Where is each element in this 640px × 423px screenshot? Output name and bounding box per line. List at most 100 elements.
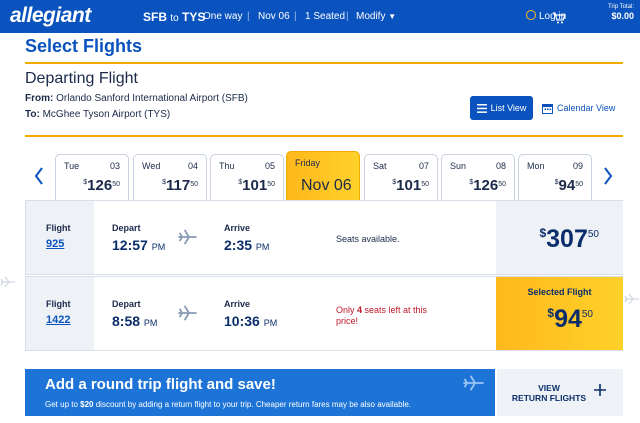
date-price: $12650 <box>83 177 120 194</box>
calendar-view-label: Calendar View <box>557 103 616 113</box>
calendar-view-button[interactable]: Calendar View <box>542 96 615 120</box>
date-day: 03 <box>109 161 120 171</box>
next-dates-button[interactable] <box>600 164 616 188</box>
modify-menu[interactable]: Modify ▼ <box>356 11 396 22</box>
fare-price-cell[interactable]: $30750 <box>496 201 623 274</box>
trip-date: Nov 06 <box>258 11 290 22</box>
selected-flight-label: Selected Flight <box>527 287 592 297</box>
seated-count: 1 Seated <box>305 11 346 22</box>
top-nav-bar: allegiant SFB to TYS One way | Nov 06 | … <box>0 0 640 33</box>
trip-total-label: Trip Total: <box>607 4 634 10</box>
depart-label: Depart <box>112 223 141 233</box>
chevron-right-icon <box>604 167 613 185</box>
to-value: McGhee Tyson Airport (TYS) <box>42 109 171 120</box>
divider <box>25 62 623 64</box>
route-to: TYS <box>182 10 206 24</box>
cart-icon[interactable] <box>552 12 566 24</box>
nav-divider: | <box>294 11 297 22</box>
date-price: $9450 <box>554 177 583 194</box>
allegiant-logo[interactable]: allegiant <box>10 4 91 28</box>
list-icon <box>476 103 487 113</box>
date-dow: Thu <box>219 161 235 171</box>
trip-total: Trip Total: $0.00 <box>574 4 634 21</box>
flight-list: Flight 925 Depart 12:57 PM Arrive 2:35 P… <box>25 200 623 353</box>
date-tab-sat[interactable]: Sat 07 $10150 <box>364 154 438 200</box>
date-price: $11750 <box>162 177 198 194</box>
depart-time: 12:57 PM <box>112 237 166 253</box>
flight-row-selected[interactable]: Flight 1422 Depart 8:58 PM Arrive 10:36 … <box>25 276 623 351</box>
prev-dates-button[interactable] <box>31 164 47 188</box>
date-tab-tue[interactable]: Tue 03 $12650 <box>55 154 129 200</box>
arrive-time: 10:36 PM <box>224 313 278 329</box>
round-trip-promo-banner: Add a round trip flight and save! Get up… <box>25 369 495 416</box>
divider <box>25 135 623 137</box>
date-price: $12650 <box>469 177 506 194</box>
date-price: $10150 <box>238 177 275 194</box>
chevron-down-icon: ▼ <box>388 12 397 21</box>
user-icon <box>526 10 536 20</box>
date-tab-sun[interactable]: Sun 08 $12650 <box>441 154 515 200</box>
from-value: Orlando Sanford International Airport (S… <box>56 93 248 104</box>
arrive-label: Arrive <box>224 299 251 309</box>
low-seats-warning: Only 4 seats left at this price! <box>336 305 428 326</box>
modify-label: Modify <box>356 11 386 22</box>
flight-label: Flight <box>46 299 71 309</box>
selected-fare-price-cell[interactable]: Selected Flight $9450 <box>496 277 623 350</box>
route-to-word: to <box>170 13 179 24</box>
to-airport: To: McGhee Tyson Airport (TYS) <box>25 109 170 120</box>
trip-total-amount: $0.00 <box>611 11 634 21</box>
selected-date: Nov 06 <box>301 177 352 194</box>
seat-availability: Seats available. <box>336 234 400 244</box>
flight-number-link[interactable]: 1422 <box>46 314 70 326</box>
airplane-icon <box>624 293 639 305</box>
depart-label: Depart <box>112 299 141 309</box>
nav-divider: | <box>346 11 349 22</box>
flight-row[interactable]: Flight 925 Depart 12:57 PM Arrive 2:35 P… <box>25 200 623 275</box>
list-view-label: List View <box>490 103 527 113</box>
promo-text: Get up to $20 discount by adding a retur… <box>45 400 412 409</box>
date-day: 04 <box>187 161 198 171</box>
date-dow: Friday <box>295 158 321 168</box>
date-day: 07 <box>418 161 429 171</box>
date-day: 09 <box>572 161 583 171</box>
airplane-icon <box>178 229 197 245</box>
view-return-flights-button[interactable]: VIEW RETURN FLIGHTS <box>497 369 623 416</box>
flight-label: Flight <box>46 223 71 233</box>
date-dow: Mon <box>527 161 545 171</box>
view-return-flights-label: VIEW RETURN FLIGHTS <box>511 383 587 403</box>
airplane-icon <box>0 276 15 288</box>
to-label: To: <box>25 109 40 120</box>
airplane-icon <box>463 375 484 391</box>
date-day: 05 <box>264 161 275 171</box>
page-title: Select Flights <box>25 36 143 56</box>
fare-price: $9450 <box>547 305 593 333</box>
from-airport: From: Orlando Sanford International Airp… <box>25 93 248 104</box>
date-dow: Wed <box>142 161 161 171</box>
departing-flight-title: Departing Flight <box>25 70 138 87</box>
date-tab-wed[interactable]: Wed 04 $11750 <box>133 154 207 200</box>
date-dow: Tue <box>64 161 80 171</box>
arrive-time: 2:35 PM <box>224 237 270 253</box>
promo-headline: Add a round trip flight and save! <box>45 376 276 393</box>
airplane-icon <box>178 305 197 321</box>
date-tab-thu[interactable]: Thu 05 $10150 <box>210 154 284 200</box>
flight-number-cell: Flight 1422 <box>26 277 94 350</box>
trip-type: One way <box>203 11 243 22</box>
date-day: 08 <box>495 161 506 171</box>
date-price: $10150 <box>392 177 429 194</box>
flight-number-link[interactable]: 925 <box>46 238 64 250</box>
arrive-label: Arrive <box>224 223 251 233</box>
calendar-icon <box>542 103 553 114</box>
plus-icon <box>594 384 606 396</box>
fare-price: $30750 <box>539 225 599 253</box>
list-view-button[interactable]: List View <box>470 96 533 120</box>
route-from: SFB <box>143 10 167 24</box>
chevron-left-icon <box>34 167 43 185</box>
route-summary: SFB to TYS <box>143 10 205 24</box>
flight-number-cell: Flight 925 <box>26 201 94 274</box>
depart-time: 8:58 PM <box>112 313 158 329</box>
date-tab-mon[interactable]: Mon 09 $9450 <box>518 154 592 200</box>
date-tab-fri-selected[interactable]: Friday Nov 06 <box>286 151 360 200</box>
date-dow: Sun <box>450 161 467 171</box>
nav-divider: | <box>247 11 250 22</box>
